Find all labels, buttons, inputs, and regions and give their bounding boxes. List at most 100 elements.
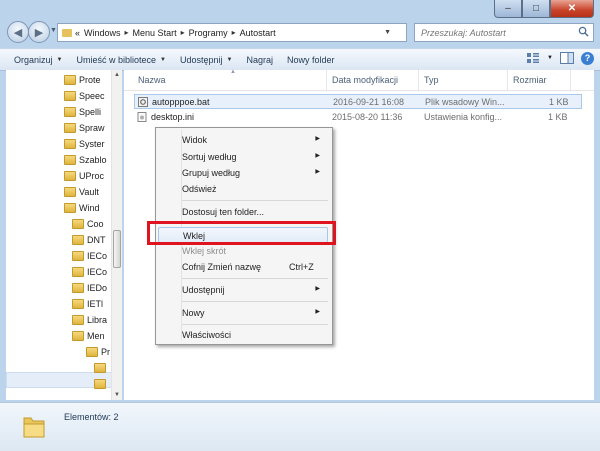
back-button[interactable]: ◀: [7, 21, 29, 43]
menu-item-view[interactable]: Widok ▶: [158, 132, 328, 148]
tree-item[interactable]: IEDo: [72, 280, 107, 296]
tree-item[interactable]: Libra: [72, 312, 107, 328]
column-divider[interactable]: [570, 70, 571, 90]
menu-item-customize-folder[interactable]: Dostosuj ten folder...: [158, 204, 328, 220]
tree-item[interactable]: Spelli: [64, 104, 101, 120]
column-header-type[interactable]: Typ: [424, 75, 439, 85]
tree-item[interactable]: DNT: [72, 232, 106, 248]
forward-button[interactable]: ▶: [28, 21, 50, 43]
submenu-arrow-icon: ▶: [315, 286, 320, 292]
scrollbar-thumb[interactable]: [113, 230, 121, 268]
organize-menu[interactable]: Organizuj ▼: [14, 55, 62, 65]
column-divider[interactable]: [326, 70, 327, 90]
close-icon: ✕: [567, 3, 577, 14]
tree-item-label: IETl: [87, 299, 104, 309]
tree-item-label: Syster: [79, 139, 105, 149]
scroll-up-icon[interactable]: ▲: [112, 70, 122, 80]
tree-item-label: UProc: [79, 171, 105, 181]
folder-icon: [72, 331, 84, 341]
tree-item[interactable]: IECo: [72, 264, 107, 280]
tree-item[interactable]: Syster: [64, 136, 105, 152]
sort-indicator-icon: ▲: [230, 69, 236, 75]
column-header-size[interactable]: Rozmiar: [513, 75, 547, 85]
tree-item[interactable]: Prote: [64, 72, 101, 88]
tree-item[interactable]: Coo: [72, 216, 104, 232]
file-row[interactable]: autopppoe.bat 2016-09-21 16:08 Plik wsad…: [134, 94, 582, 109]
folder-icon: [23, 417, 45, 438]
view-options-icon[interactable]: [525, 51, 541, 65]
tree-item-label: Szablo: [79, 155, 107, 165]
breadcrumb-overflow[interactable]: «: [75, 28, 80, 38]
maximize-button[interactable]: □: [522, 0, 550, 18]
folder-icon: [94, 363, 106, 373]
file-name: desktop.ini: [151, 112, 195, 122]
column-header-name[interactable]: Nazwa: [138, 75, 166, 85]
breadcrumb-menu-start[interactable]: Menu Start: [133, 28, 177, 38]
tree-item[interactable]: Speec: [64, 88, 105, 104]
menu-item-new[interactable]: Nowy ▶: [158, 305, 328, 321]
folder-icon: [64, 91, 76, 101]
column-divider[interactable]: [418, 70, 419, 90]
breadcrumb-autostart[interactable]: Autostart: [240, 28, 276, 38]
file-row[interactable]: desktop.ini 2015-08-20 11:36 Ustawienia …: [134, 110, 582, 125]
breadcrumb-windows[interactable]: Windows: [84, 28, 121, 38]
address-bar[interactable]: « Windows ▸ Menu Start ▸ Programy ▸ Auto…: [57, 23, 407, 42]
menu-item-shortcut: Ctrl+Z: [289, 262, 314, 272]
tree-item[interactable]: Wind: [64, 200, 100, 216]
search-box[interactable]: [414, 23, 594, 42]
highlight-box: [147, 221, 336, 245]
tree-item[interactable]: IETl: [72, 296, 103, 312]
minimize-button[interactable]: –: [494, 0, 522, 18]
view-dropdown-icon[interactable]: ▼: [547, 55, 553, 61]
share-label: Udostępnij: [179, 54, 223, 65]
new-folder-button[interactable]: Nowy folder: [287, 55, 335, 65]
folder-icon: [72, 235, 84, 245]
close-button[interactable]: ✕: [550, 0, 594, 18]
tree-item[interactable]: Szablo: [64, 152, 107, 168]
search-input[interactable]: [421, 27, 571, 38]
tree-item-label: Libra: [87, 315, 108, 325]
tree-item-label: Wind: [79, 203, 100, 213]
toolbar-right-group: ▼ ?: [525, 51, 594, 65]
search-icon[interactable]: [578, 26, 589, 37]
tree-item[interactable]: Vault: [64, 184, 99, 200]
burn-button[interactable]: Nagraj: [246, 55, 273, 65]
menu-item-paste-shortcut: Wklej skrót: [158, 243, 328, 259]
navigation-scrollbar[interactable]: ▲ ▼: [111, 70, 122, 400]
tree-item[interactable]: Men: [72, 328, 105, 344]
tree-item[interactable]: [94, 360, 109, 376]
minimize-icon: –: [505, 3, 511, 14]
menu-item-group-by[interactable]: Grupuj według ▶: [158, 165, 328, 181]
submenu-arrow-icon: ▶: [315, 169, 320, 175]
address-dropdown-icon[interactable]: ▼: [384, 29, 391, 36]
breadcrumb-separator-icon[interactable]: ▸: [125, 28, 129, 37]
tree-item-label: IECo: [87, 267, 108, 277]
preview-pane-icon[interactable]: [559, 51, 575, 65]
include-in-library-menu[interactable]: Umieść w bibliotece ▼: [76, 55, 165, 65]
breadcrumb-programy[interactable]: Programy: [189, 28, 228, 38]
file-date: 2016-09-21 16:08: [333, 97, 405, 107]
tree-item[interactable]: UProc: [64, 168, 104, 184]
menu-item-properties[interactable]: Właściwości: [158, 327, 328, 343]
recent-pages-dropdown-icon[interactable]: ▼: [50, 27, 57, 34]
file-name: autopppoe.bat: [152, 97, 210, 107]
tree-item-label: Spelli: [79, 107, 102, 117]
menu-item-share-with[interactable]: Udostępnij ▶: [158, 282, 328, 298]
column-header-date[interactable]: Data modyfikacji: [332, 75, 398, 85]
tree-item[interactable]: IECo: [72, 248, 107, 264]
tree-item[interactable]: Pr: [86, 344, 110, 360]
breadcrumb-separator-icon[interactable]: ▸: [232, 28, 236, 37]
menu-item-undo-rename[interactable]: Cofnij Zmień nazwę Ctrl+Z: [158, 259, 328, 275]
tree-item[interactable]: [94, 376, 109, 392]
folder-icon: [72, 251, 84, 261]
menu-item-sort-by[interactable]: Sortuj według ▶: [158, 149, 328, 165]
help-icon[interactable]: ?: [581, 51, 594, 65]
folder-icon: [86, 347, 98, 357]
scroll-down-icon[interactable]: ▼: [112, 390, 122, 400]
menu-item-refresh[interactable]: Odśwież: [158, 181, 328, 197]
tree-item-label: Coo: [87, 219, 104, 229]
breadcrumb-separator-icon[interactable]: ▸: [181, 28, 185, 37]
column-divider[interactable]: [507, 70, 508, 90]
tree-item[interactable]: Spraw: [64, 120, 105, 136]
share-with-menu[interactable]: Udostępnij ▼: [180, 55, 232, 65]
